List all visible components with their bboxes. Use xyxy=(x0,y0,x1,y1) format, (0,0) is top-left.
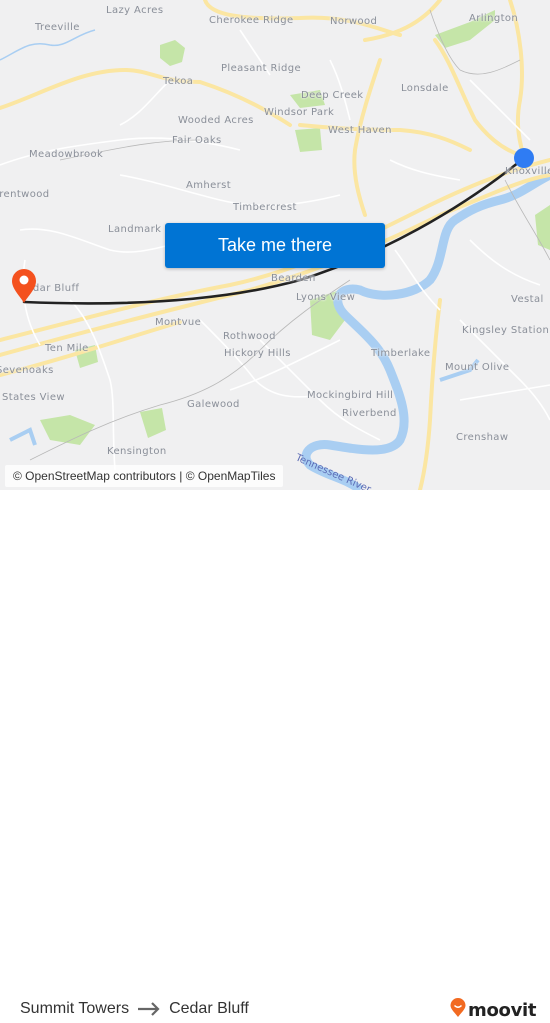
place-label: Lonsdale xyxy=(401,83,449,94)
destination-pin-icon[interactable] xyxy=(11,268,37,304)
place-label: Meadowbrook xyxy=(29,149,104,160)
place-label: Timbercrest xyxy=(233,202,297,213)
take-me-there-button[interactable]: Take me there xyxy=(165,223,385,268)
place-label: Brentwood xyxy=(0,189,50,200)
place-label: Wooded Acres xyxy=(178,115,254,126)
place-label: Mockingbird Hill xyxy=(307,390,394,401)
moovit-pin-icon xyxy=(450,998,466,1023)
place-label: Arlington xyxy=(469,13,519,24)
place-label: Tekoa xyxy=(163,76,194,87)
place-label: Deep Creek xyxy=(301,90,364,101)
place-label: Pleasant Ridge xyxy=(221,63,302,74)
place-label: Kensington xyxy=(107,446,167,457)
route-destination: Cedar Bluff xyxy=(169,1000,249,1017)
place-label: Riverbend xyxy=(342,408,397,419)
place-label: Fair Oaks xyxy=(172,135,222,146)
place-label: Bearden xyxy=(271,273,316,284)
place-label: Amherst xyxy=(186,180,232,191)
route-origin: Summit Towers xyxy=(20,1000,130,1017)
arrow-right-icon xyxy=(137,1002,161,1016)
place-label: Lyons View xyxy=(296,292,356,303)
place-label: Crenshaw xyxy=(456,432,509,443)
place-label: Vestal xyxy=(511,294,544,305)
place-label: Timberlake xyxy=(371,348,431,359)
place-label: Knoxville xyxy=(505,166,550,177)
place-label: Sevenoaks xyxy=(0,365,54,376)
place-label: Treeville xyxy=(35,22,80,33)
moovit-wordmark: moovit xyxy=(468,1000,537,1021)
place-label: Montvue xyxy=(155,317,202,328)
route-title: Summit Towers Cedar Bluff xyxy=(20,1000,249,1018)
moovit-logo: moovit xyxy=(450,998,537,1023)
origin-marker[interactable] xyxy=(514,148,534,168)
place-label: Landmark xyxy=(108,224,162,235)
place-label: Galewood xyxy=(187,399,240,410)
place-label: Lazy Acres xyxy=(106,5,164,16)
place-label: Mount Olive xyxy=(445,362,510,373)
place-label: Hickory Hills xyxy=(224,348,291,359)
footer: Summit Towers Cedar Bluff moovit xyxy=(0,490,550,1021)
place-label: States View xyxy=(2,392,65,403)
map[interactable]: Lazy Acres Treeville Cherokee Ridge Norw… xyxy=(0,0,550,490)
place-label: Ten Mile xyxy=(45,343,89,354)
map-attribution[interactable]: © OpenStreetMap contributors | © OpenMap… xyxy=(5,465,284,487)
place-label: Cherokee Ridge xyxy=(209,15,294,26)
place-label: Norwood xyxy=(330,16,378,27)
place-label: Kingsley Station xyxy=(462,325,550,336)
place-label: Rothwood xyxy=(223,331,276,342)
place-label: Windsor Park xyxy=(264,107,335,118)
place-label: West Haven xyxy=(328,125,392,136)
